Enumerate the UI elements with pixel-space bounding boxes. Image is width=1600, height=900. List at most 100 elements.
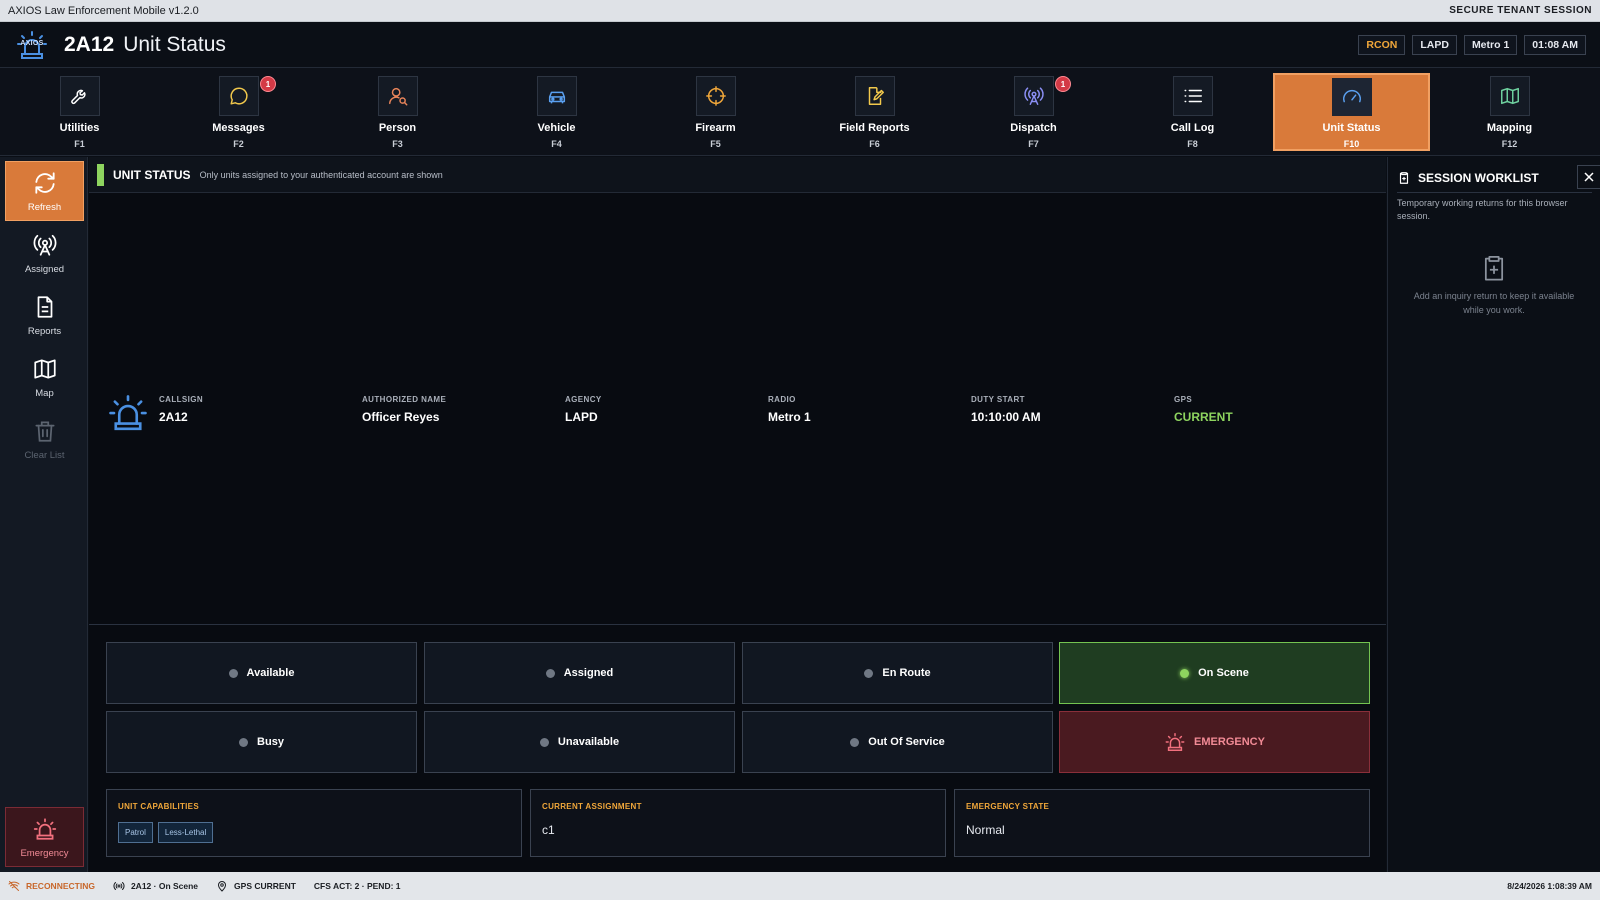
nav-call-log[interactable]: Call Log F8 (1113, 68, 1272, 156)
unit-info-row: CALLSIGN 2A12 AUTHORIZED NAME Officer Re… (107, 389, 1367, 439)
worklist-header: SESSION WORKLIST (1397, 163, 1600, 193)
emergency-state-value: Normal (966, 823, 1005, 837)
nav-unit-status[interactable]: Unit Status F10 (1273, 73, 1430, 151)
emergency-button[interactable]: Emergency (5, 807, 84, 867)
cfs-indicator: CFS ACT: 2 · PEND: 1 (314, 881, 401, 891)
clipboard-icon (1399, 171, 1409, 184)
wrench-icon (70, 89, 86, 105)
wifi-off-icon (8, 881, 20, 891)
status-dot (850, 737, 860, 747)
nav-key: F5 (710, 139, 721, 149)
session-worklist-panel: SESSION WORKLIST Temporary working retur… (1387, 157, 1600, 872)
status-en-route-button[interactable]: En Route (742, 642, 1053, 704)
axios-logo: AXIOS (14, 27, 50, 63)
nav-dispatch[interactable]: Dispatch F7 1 (954, 68, 1113, 156)
cfs-text: CFS ACT: 2 · PEND: 1 (313, 881, 401, 891)
unit-capabilities-card: UNIT CAPABILITIES Patrol Less-Lethal (106, 789, 522, 857)
nav-label: Messages (212, 122, 265, 134)
status-bar: RECONNECTING 2A12 · On Scene GPS CURRENT… (0, 872, 1600, 900)
radio-field: RADIO Metro 1 (768, 395, 811, 424)
emergency-state-card: EMERGENCY STATE Normal (954, 789, 1370, 857)
nav-firearm[interactable]: Firearm F5 (636, 68, 795, 156)
nav-mapping[interactable]: Mapping F12 (1430, 68, 1589, 156)
status-label: En Route (882, 667, 931, 679)
nav-label: Dispatch (1010, 122, 1057, 134)
authorized-name-label: AUTHORIZED NAME (362, 395, 447, 404)
radio-tower-icon (113, 882, 125, 890)
nav-key: F4 (551, 139, 562, 149)
status-label: Busy (257, 736, 284, 748)
capability-tag: Less-Lethal (157, 822, 214, 843)
refresh-icon (34, 171, 55, 194)
unit-status-indicator: 2A12 · On Scene (113, 880, 198, 892)
clock-chip: 01:08 AM (1524, 34, 1586, 55)
assigned-button[interactable]: Assigned (5, 223, 84, 283)
assignment-value: c1 (542, 823, 555, 837)
status-unavailable-button[interactable]: Unavailable (424, 711, 735, 773)
section-divider (89, 624, 1386, 625)
page-title: Unit Status (123, 32, 226, 56)
status-label: Available (246, 667, 295, 679)
window-title-bar: AXIOS Law Enforcement Mobile v1.2.0 SECU… (0, 0, 1600, 22)
module-nav: Utilities F1 Messages F2 1 Person F3 Veh… (0, 68, 1600, 156)
worklist-title: SESSION WORKLIST (1418, 170, 1539, 185)
app-header: AXIOS 2A12 Unit Status RCON LAPD Metro 1… (0, 22, 1600, 68)
status-emergency-button[interactable]: EMERGENCY (1059, 711, 1370, 773)
unit-status-panel: UNIT STATUS Only units assigned to your … (89, 157, 1386, 872)
status-label: On Scene (1198, 667, 1249, 679)
status-busy-button[interactable]: Busy (106, 711, 417, 773)
nav-key: F7 (1028, 139, 1039, 149)
siren-icon (109, 395, 147, 431)
refresh-button[interactable]: Refresh (5, 161, 84, 221)
car-icon (548, 91, 565, 104)
status-dot (539, 737, 549, 747)
nav-label: Person (378, 122, 417, 134)
status-out-of-service-button[interactable]: Out Of Service (742, 711, 1053, 773)
map-button[interactable]: Map (5, 347, 84, 407)
status-assigned-button[interactable]: Assigned (424, 642, 735, 704)
reports-button[interactable]: Reports (5, 285, 84, 345)
nav-key: F6 (869, 139, 880, 149)
nav-messages[interactable]: Messages F2 1 (159, 68, 318, 156)
authorized-name-field: AUTHORIZED NAME Officer Reyes (362, 395, 446, 424)
current-assignment-card: CURRENT ASSIGNMENT c1 (530, 789, 946, 857)
left-sidebar: Refresh Assigned Reports Map Clear List … (0, 157, 88, 872)
nav-label: Mapping (1486, 122, 1533, 134)
refresh-label: Refresh (27, 201, 62, 213)
close-worklist-button[interactable] (1577, 165, 1600, 189)
agency-chip: LAPD (1412, 34, 1457, 55)
clear-list-button[interactable]: Clear List (5, 409, 84, 469)
header-callsign: 2A12 (64, 32, 115, 56)
status-on-scene-button[interactable]: On Scene (1059, 642, 1370, 704)
duty-start-label: DUTY START (971, 395, 1025, 404)
status-available-button[interactable]: Available (106, 642, 417, 704)
worklist-description: Temporary working returns for this brows… (1397, 198, 1568, 221)
nav-label: Unit Status (1322, 122, 1381, 134)
clipboard-add-icon (1484, 256, 1504, 281)
nav-field-reports[interactable]: Field Reports F6 (795, 68, 954, 156)
status-label: Assigned (563, 667, 614, 679)
duty-start-value: 10:10:00 AM (971, 410, 1041, 424)
assignment-label: CURRENT ASSIGNMENT (542, 802, 642, 811)
radio-label: RADIO (768, 395, 796, 404)
callsign-value: 2A12 (159, 410, 188, 424)
nav-vehicle[interactable]: Vehicle F4 (477, 68, 636, 156)
nav-utilities[interactable]: Utilities F1 (0, 68, 159, 156)
map-icon (1500, 87, 1519, 105)
nav-key: F8 (1187, 139, 1198, 149)
agency-label: AGENCY (565, 395, 602, 404)
emergency-state-label: EMERGENCY STATE (966, 802, 1050, 811)
nav-key: F3 (392, 139, 403, 149)
duty-start-field: DUTY START 10:10:00 AM (971, 395, 1041, 424)
status-dot (228, 668, 238, 678)
worklist-empty-message: Add an inquiry return to keep it availab… (1413, 291, 1575, 315)
list-icon (1183, 89, 1202, 103)
nav-person[interactable]: Person F3 (318, 68, 477, 156)
reports-label: Reports (27, 325, 62, 337)
nav-label: Field Reports (839, 122, 910, 134)
nav-key: F2 (233, 139, 244, 149)
capabilities-label: UNIT CAPABILITIES (118, 802, 199, 811)
map-label: Map (35, 387, 54, 399)
clear-list-label: Clear List (24, 449, 65, 461)
panel-subtitle: Only units assigned to your authenticate… (199, 169, 443, 180)
